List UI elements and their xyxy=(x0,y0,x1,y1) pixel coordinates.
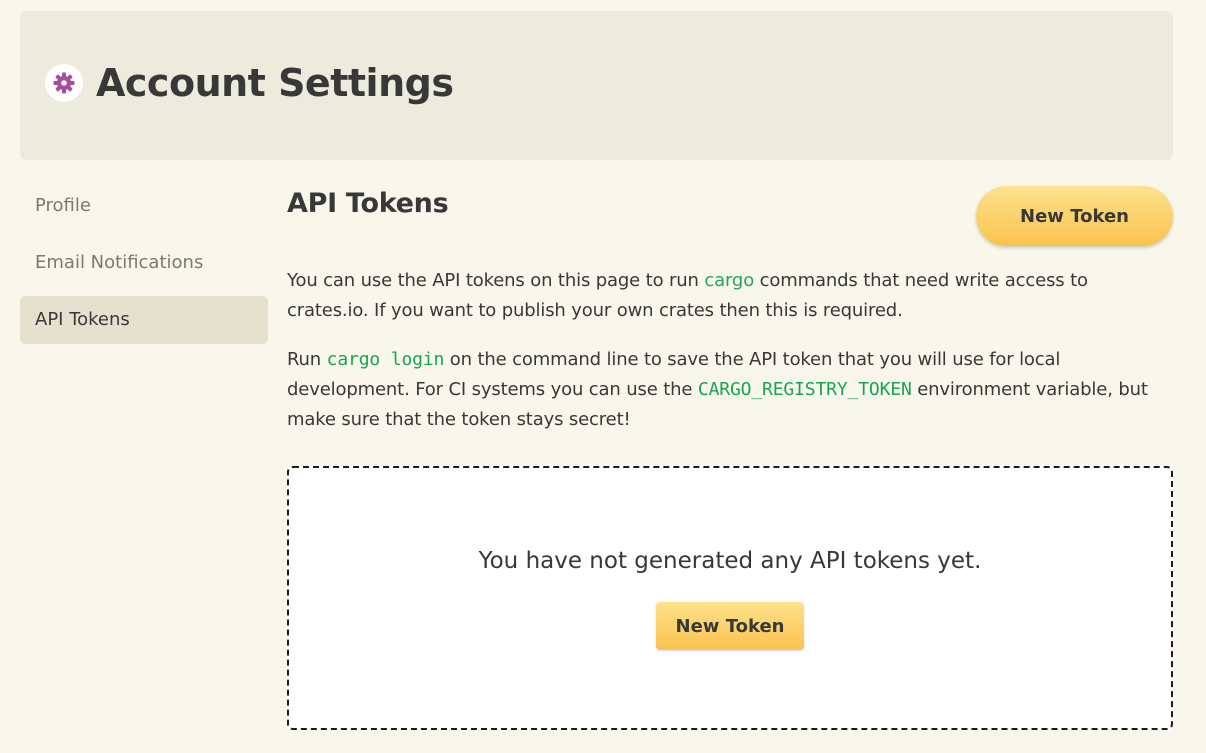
empty-tokens-state: You have not generated any API tokens ye… xyxy=(287,466,1173,730)
description-text: You can use the API tokens on this page … xyxy=(287,270,705,291)
section-title: API Tokens xyxy=(287,188,449,219)
instructions-text: Run xyxy=(287,349,327,370)
sidebar-item-profile[interactable]: Profile xyxy=(20,182,268,230)
gear-icon xyxy=(45,64,83,102)
empty-state-new-token-button[interactable]: New Token xyxy=(656,602,804,650)
settings-sidebar: Profile Email Notifications API Tokens xyxy=(20,182,268,353)
cargo-login-code: cargo login xyxy=(326,349,445,370)
sidebar-item-api-tokens[interactable]: API Tokens xyxy=(20,296,268,344)
instructions-paragraph: Run cargo login on the command line to s… xyxy=(287,345,1167,435)
registry-token-env-code: CARGO_REGISTRY_TOKEN xyxy=(697,379,912,400)
new-token-button[interactable]: New Token xyxy=(976,186,1173,246)
page-title: Account Settings xyxy=(96,61,454,105)
page-header: Account Settings xyxy=(20,11,1173,160)
cargo-link[interactable]: cargo xyxy=(704,270,754,291)
empty-state-message: You have not generated any API tokens ye… xyxy=(478,548,982,574)
sidebar-item-email-notifications[interactable]: Email Notifications xyxy=(20,239,268,287)
description-paragraph: You can use the API tokens on this page … xyxy=(287,266,1167,326)
